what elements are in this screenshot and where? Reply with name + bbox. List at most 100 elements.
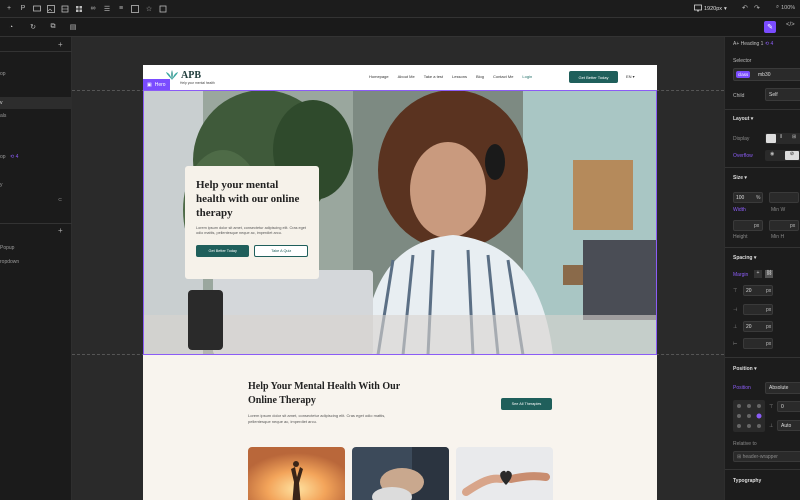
therapy-image-hands[interactable] xyxy=(352,447,449,500)
right-panel: A+ Heading 1 ⟲ 4 Selector class mb30 Chi… xyxy=(724,37,800,500)
min-width-input[interactable] xyxy=(769,192,799,203)
margin-bottom-unit: px xyxy=(766,324,772,330)
nav-link-test[interactable]: Take a test xyxy=(424,74,443,79)
position-grid[interactable] xyxy=(733,400,765,432)
store-icon[interactable]: ▤ xyxy=(68,22,78,32)
overflow-toggle[interactable]: ◉ ⊘ xyxy=(765,150,800,161)
history-icon[interactable]: ↻ xyxy=(28,22,38,32)
code-icon[interactable]: </> xyxy=(786,22,795,28)
tree-item-selected[interactable]: v xyxy=(0,97,72,109)
spacing-heading[interactable]: Spacing ▾ xyxy=(733,255,756,261)
link-icon[interactable]: ⛓ xyxy=(765,270,773,278)
tree-item[interactable]: op xyxy=(0,154,6,160)
relative-to-value: ⊞ header-wrapper xyxy=(737,454,778,460)
typography-heading[interactable]: Typography xyxy=(733,478,761,484)
grid-icon[interactable] xyxy=(74,4,84,14)
screen-icon[interactable] xyxy=(32,4,42,14)
add-icon[interactable]: + xyxy=(58,40,63,49)
list-icon[interactable]: ≡ xyxy=(116,4,126,14)
cursor-icon[interactable]: ◔ xyxy=(6,22,16,32)
width-input[interactable]: 100 % xyxy=(733,192,763,203)
hero-element-label[interactable]: ▣ Hero xyxy=(143,79,170,90)
get-better-today-button[interactable]: Get Better Today xyxy=(569,71,618,83)
hero-title[interactable]: Help your mental health with our online … xyxy=(196,178,308,220)
eye-off-icon[interactable]: ⊘ xyxy=(785,151,799,160)
image-icon[interactable] xyxy=(46,4,56,14)
variables-icon[interactable] xyxy=(130,4,140,14)
database-icon[interactable]: ☰ xyxy=(102,4,112,14)
secondary-toolbar: ◔ ↻ ⧉ ▤ ✎ </> xyxy=(0,18,800,37)
see-all-therapies-button[interactable]: See All Therapies xyxy=(501,398,552,410)
zoom-value: 100% xyxy=(781,4,796,11)
min-width-label: Min W xyxy=(771,207,786,213)
nav-link-blog[interactable]: Blog xyxy=(476,74,484,79)
divider xyxy=(725,469,800,470)
layout-heading[interactable]: Layout ▾ xyxy=(733,116,753,122)
position-heading[interactable]: Position ▾ xyxy=(733,366,757,372)
nav-link-lessons[interactable]: Lessons xyxy=(452,74,467,79)
tree-item[interactable]: als xyxy=(0,113,6,119)
redo-icon[interactable]: ↷ xyxy=(754,4,760,12)
display-block-icon[interactable] xyxy=(766,134,776,143)
zoom-control[interactable]: ⌕ 100% xyxy=(776,4,795,11)
margin-bottom-input[interactable]: 20 px xyxy=(743,321,773,332)
add-icon[interactable]: + xyxy=(58,226,63,235)
viewport-width[interactable]: 1920px ▾ xyxy=(694,4,727,14)
margin-left-input[interactable]: px xyxy=(743,338,773,349)
section-title[interactable]: Help Your Mental Health With Our Online … xyxy=(248,380,418,408)
therapy-section: Help Your Mental Health With Our Online … xyxy=(143,355,657,500)
chevron-down-icon: ▾ xyxy=(724,6,727,12)
edit-icon[interactable]: ✎ xyxy=(764,21,776,33)
link-icon[interactable]: ⊂ xyxy=(58,197,62,203)
hero-get-better-button[interactable]: Get Better Today xyxy=(196,244,250,257)
hero-buttons: Get Better Today Take A Quiz xyxy=(196,244,308,257)
star-icon[interactable]: ☆ xyxy=(144,4,154,14)
add-icon[interactable]: + xyxy=(4,4,14,14)
website-preview: APB Help your mental health Homepage Abo… xyxy=(143,65,657,500)
language-value: EN xyxy=(626,74,632,79)
language-select[interactable]: EN ▾ xyxy=(626,74,635,79)
child-value: Self xyxy=(769,92,778,98)
tree-item[interactable]: op xyxy=(0,71,6,77)
margin-top-icon: ⊤ xyxy=(733,288,738,294)
undo-icon[interactable]: ↶ xyxy=(742,4,748,12)
top-offset-input[interactable]: 0 xyxy=(777,401,800,412)
margin-right-input[interactable]: px xyxy=(743,304,773,315)
tree-item[interactable]: Popup xyxy=(0,245,14,251)
display-flex-icon[interactable]: ⫴ xyxy=(780,134,782,140)
nav-link-login[interactable]: Login xyxy=(522,74,532,79)
hero-take-quiz-button[interactable]: Take A Quiz xyxy=(254,244,308,257)
eye-icon[interactable]: ◉ xyxy=(770,151,774,157)
selector-input[interactable]: class mb30 xyxy=(733,68,800,81)
components-icon[interactable]: ⧉ xyxy=(48,22,58,32)
min-height-unit: px xyxy=(790,223,796,229)
bottom-offset-input[interactable]: Auto xyxy=(777,420,800,431)
page-icon[interactable]: P xyxy=(18,4,28,14)
relative-to-input[interactable]: ⊞ header-wrapper xyxy=(733,451,800,462)
position-select[interactable]: Absolute xyxy=(765,382,800,394)
nav-link-about[interactable]: About Me xyxy=(398,74,415,79)
size-heading[interactable]: Size ▾ xyxy=(733,175,747,181)
display-grid-icon[interactable]: ⊞ xyxy=(792,134,796,140)
height-input[interactable]: px xyxy=(733,220,763,231)
hero-section[interactable]: Help your mental health with our online … xyxy=(143,90,657,355)
nav-link-homepage[interactable]: Homepage xyxy=(369,74,389,79)
height-label: Height xyxy=(733,234,748,240)
site-header: APB Help your mental health Homepage Abo… xyxy=(143,65,657,90)
layers-icon[interactable] xyxy=(60,4,70,14)
site-logo[interactable]: APB Help your mental health xyxy=(165,70,215,85)
frame-icon[interactable] xyxy=(158,4,168,14)
therapy-image-sunset[interactable] xyxy=(248,447,345,500)
width-unit: % xyxy=(756,195,761,201)
margin-top-input[interactable]: 20 px xyxy=(743,285,773,296)
add-icon[interactable]: + xyxy=(754,270,762,278)
link-icon[interactable]: ∞ xyxy=(88,4,98,14)
child-select[interactable]: Self xyxy=(765,88,800,101)
badge-count: 4 xyxy=(770,41,774,47)
display-toggle[interactable]: ⫴ ⊞ xyxy=(765,133,800,144)
min-height-input[interactable]: px xyxy=(769,220,799,231)
nav-link-contact[interactable]: Contact Me xyxy=(493,74,513,79)
tree-item[interactable]: y xyxy=(0,182,3,188)
therapy-image-heart[interactable] xyxy=(456,447,553,500)
tree-item[interactable]: ropdown xyxy=(0,259,19,265)
